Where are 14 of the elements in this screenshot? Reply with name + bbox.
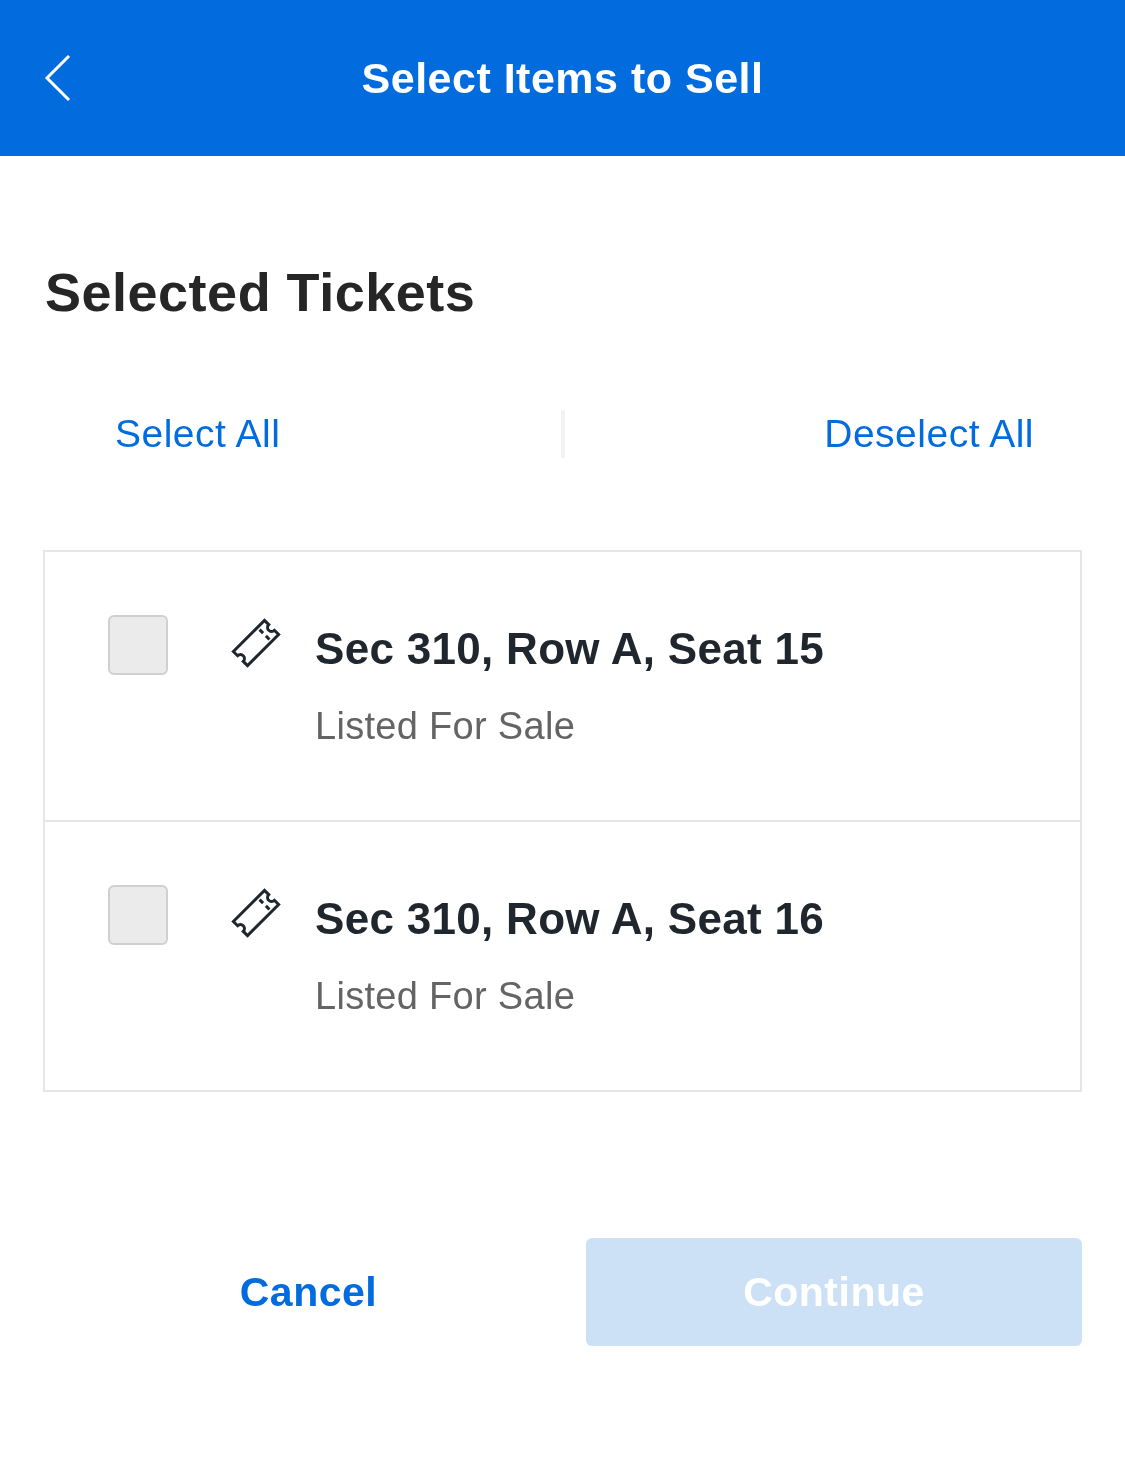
ticket-icon (228, 616, 284, 670)
deselect-all-link[interactable]: Deselect All (824, 412, 1034, 456)
ticket-seat-label: Sec 310, Row A, Seat 15 (315, 623, 825, 675)
select-all-link[interactable]: Select All (115, 412, 281, 456)
checkbox[interactable] (108, 885, 168, 945)
back-icon (44, 54, 72, 102)
ticket-status-label: Listed For Sale (315, 974, 577, 1019)
ticket-status-label: Listed For Sale (315, 704, 577, 749)
ticket-icon (228, 886, 284, 940)
ticket-seat-label: Sec 310, Row A, Seat 16 (315, 893, 825, 945)
cancel-button[interactable]: Cancel (239, 1268, 378, 1316)
header-title: Select Items to Sell (360, 53, 765, 103)
checkbox[interactable] (108, 615, 168, 675)
section-title: Selected Tickets (45, 261, 477, 324)
